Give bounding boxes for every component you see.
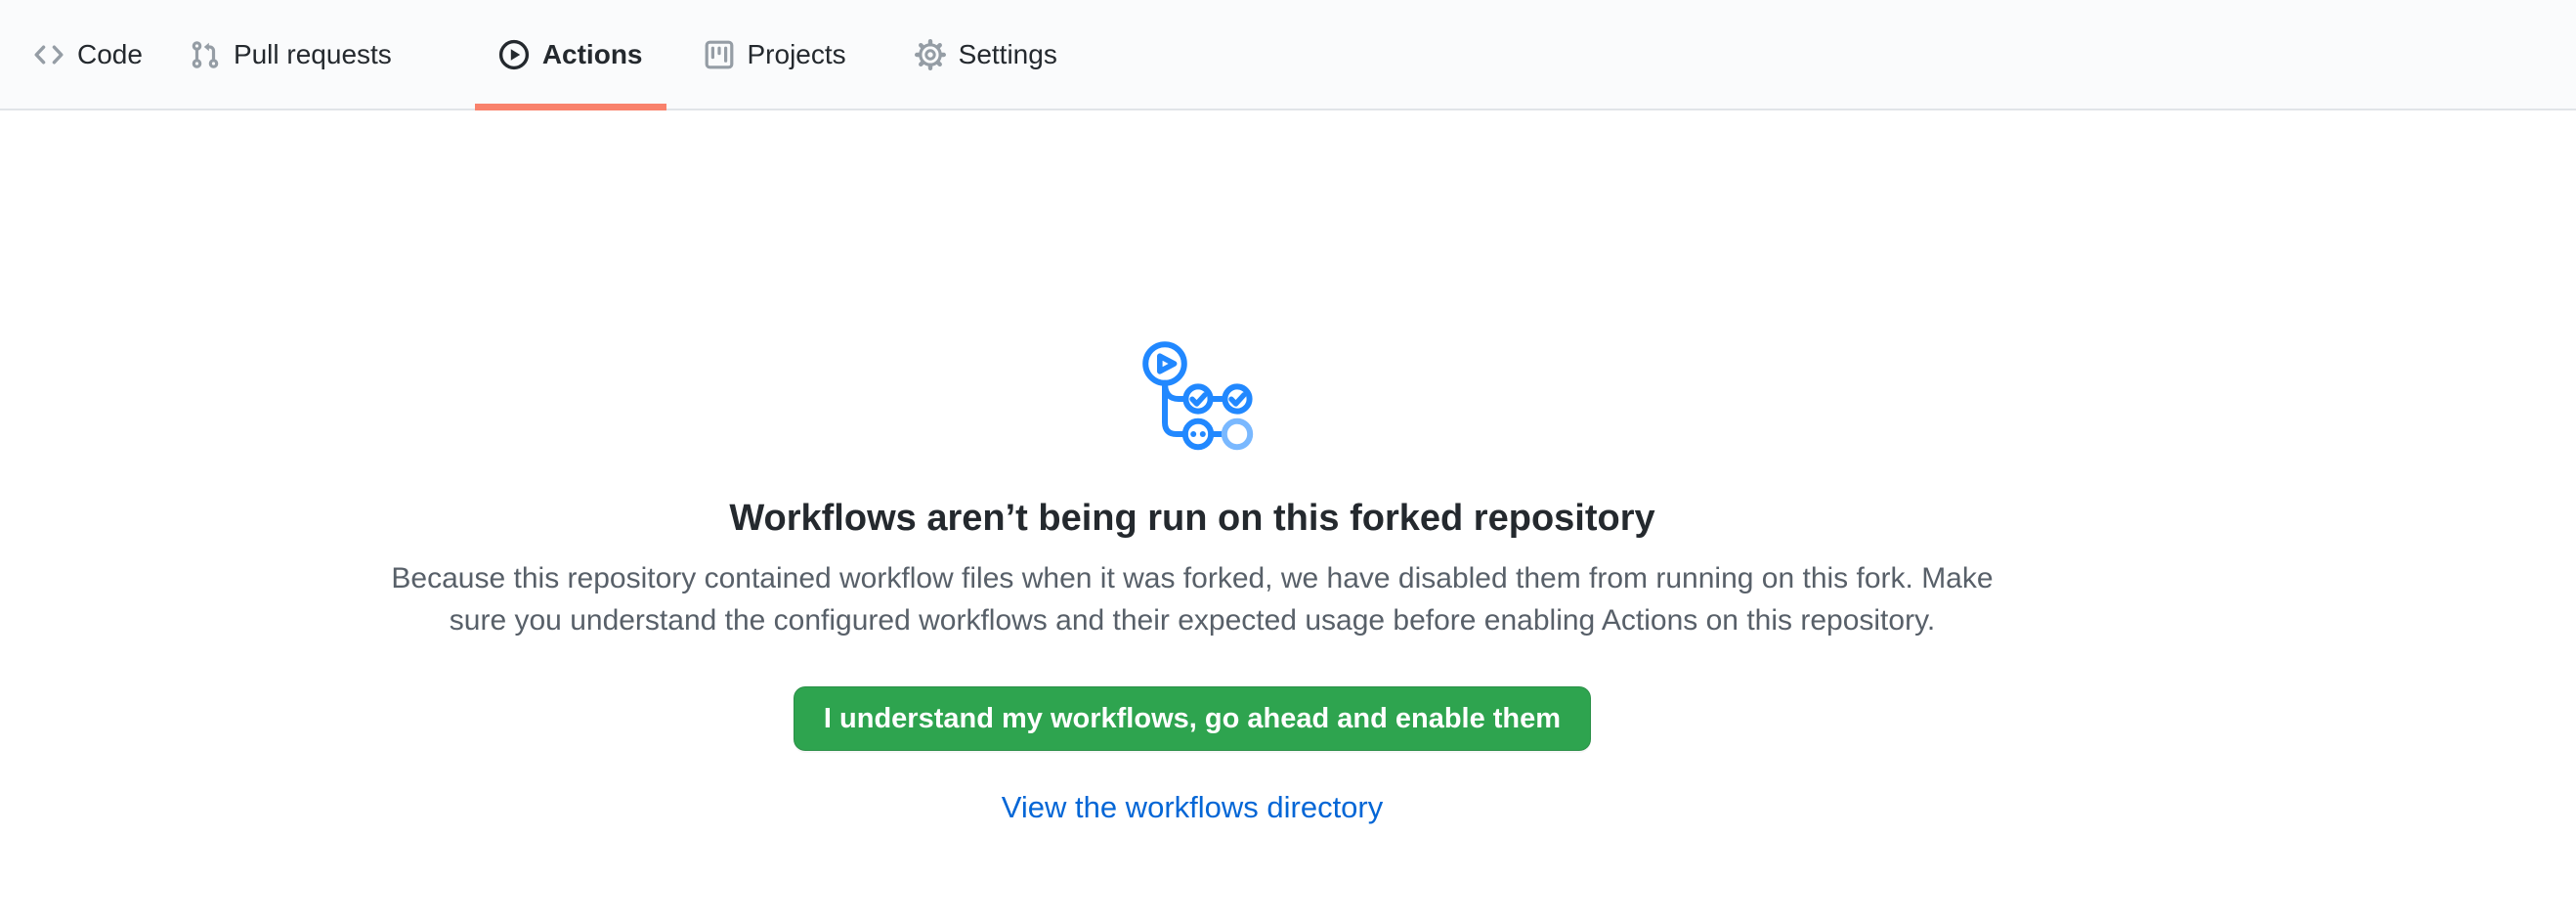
git-pull-request-icon <box>190 39 221 70</box>
tab-label: Pull requests <box>234 0 392 109</box>
repo-tab-bar: Code Pull requests Actions <box>0 0 2576 110</box>
enable-workflows-button[interactable]: I understand my workflows, go ahead and … <box>794 686 1591 751</box>
tab-actions[interactable]: Actions <box>475 0 666 109</box>
tab-settings[interactable]: Settings <box>891 0 1081 109</box>
tab-code[interactable]: Code <box>10 0 166 109</box>
project-icon <box>704 39 735 70</box>
tab-pull-requests[interactable]: Pull requests <box>166 0 415 109</box>
tab-projects[interactable]: Projects <box>680 0 870 109</box>
tab-label: Code <box>77 0 143 109</box>
code-icon <box>33 39 64 70</box>
tab-label: Projects <box>748 0 846 109</box>
actions-page: Code Pull requests Actions <box>0 0 2576 923</box>
button-row: I understand my workflows, go ahead and … <box>0 641 2384 751</box>
gear-icon <box>915 39 946 70</box>
link-row: View the workflows directory <box>0 790 2384 825</box>
view-workflows-link[interactable]: View the workflows directory <box>1002 790 1384 824</box>
tab-label: Actions <box>542 0 643 109</box>
blankslate: Workflows aren’t being run on this forke… <box>0 110 2384 825</box>
page-title: Workflows aren’t being run on this forke… <box>0 493 2384 544</box>
play-icon <box>498 39 530 70</box>
workflow-icon <box>1131 330 1254 453</box>
blankslate-description: Because this repository contained workfl… <box>386 557 1998 641</box>
tab-label: Settings <box>959 0 1057 109</box>
